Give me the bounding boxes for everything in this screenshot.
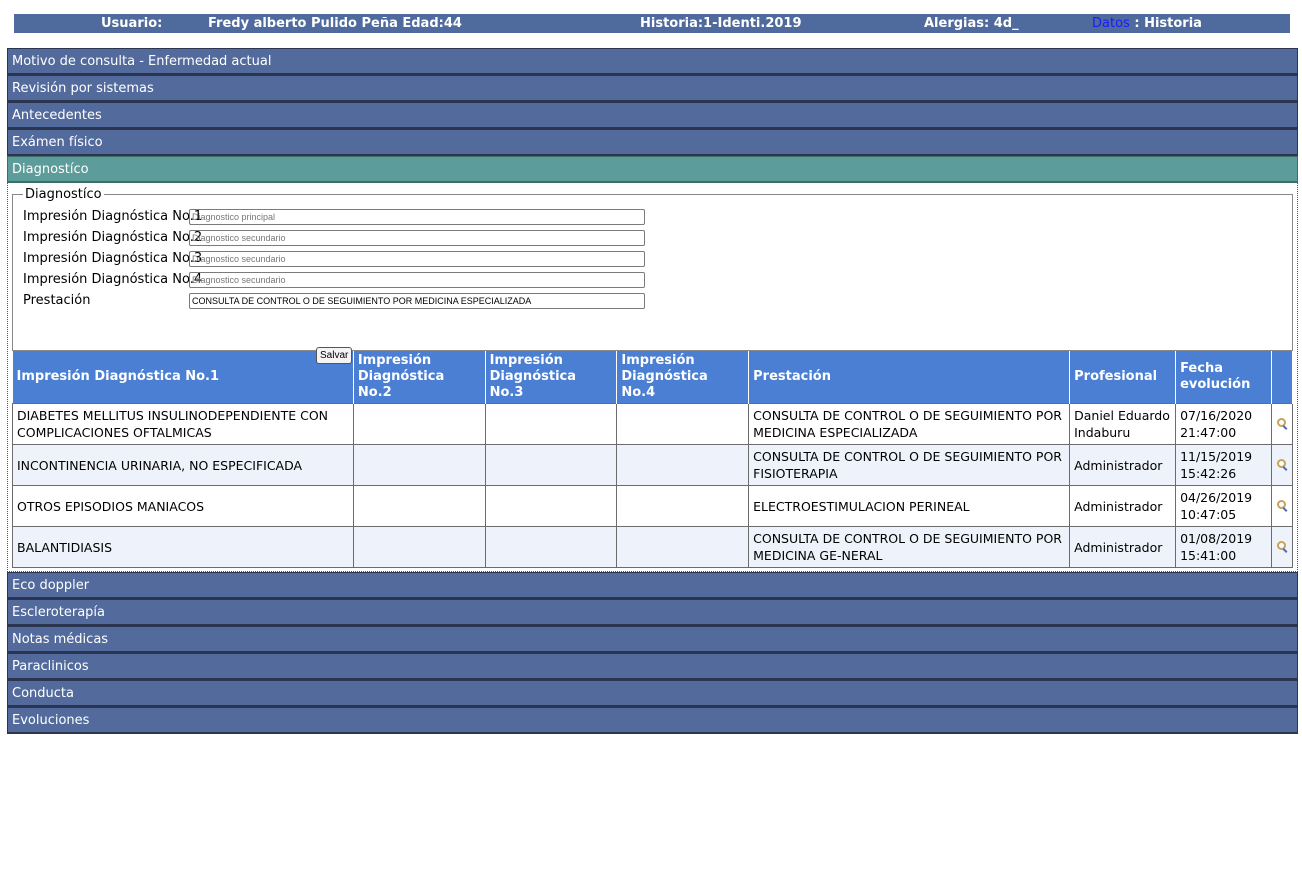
section-examen-fisico[interactable]: Exámen físico [7, 129, 1298, 156]
section-notas-medicas[interactable]: Notas médicas [7, 626, 1298, 653]
table-row[interactable]: BALANTIDIASIS CONSULTA DE CONTROL O DE S… [12, 526, 1294, 568]
section-paraclinicos[interactable]: Paraclinicos [7, 653, 1298, 680]
d2-label: Impresión Diagnóstica No.2 [23, 230, 203, 245]
section-motivo-consulta[interactable]: Motivo de consulta - Enfermedad actual [7, 48, 1298, 75]
diagnostico-legend: Diagnostíco [25, 187, 102, 202]
d2-input[interactable]: Diagnostico secundario [189, 229, 645, 246]
d3-input[interactable]: Diagnostico secundario [189, 250, 645, 267]
field-row-d4: Impresión Diagnóstica No.4 Diagnostico s… [23, 269, 1282, 290]
section-evoluciones[interactable]: Evoluciones [7, 707, 1298, 734]
section-revision-sistemas[interactable]: Revisión por sistemas [7, 75, 1298, 102]
col-header-d3[interactable]: Impresión Diagnóstica No.3 [485, 351, 618, 404]
cell-d1: DIABETES MELLITUS INSULINODEPENDIENTE CO… [12, 403, 354, 445]
magnifier-icon[interactable] [1276, 417, 1288, 429]
cell-d4 [616, 403, 750, 445]
field-row-prestacion: Prestación CONSULTA DE CONTROL O DE SEGU… [23, 290, 1282, 311]
usuario-label: Usuario: [101, 16, 163, 31]
col-header-profesional[interactable]: Profesional [1069, 351, 1177, 404]
d1-input[interactable]: Diagnostico principal [189, 208, 645, 225]
magnifier-icon[interactable] [1276, 540, 1288, 552]
cell-d4 [616, 485, 750, 527]
cell-fecha: 01/08/2019 15:41:00 [1175, 526, 1272, 568]
section-eco-doppler[interactable]: Eco doppler [7, 572, 1298, 599]
section-antecedentes[interactable]: Antecedentes [7, 102, 1298, 129]
table-row[interactable]: INCONTINENCIA URINARIA, NO ESPECIFICADA … [12, 444, 1294, 486]
section-conducta[interactable]: Conducta [7, 680, 1298, 707]
magnifier-icon[interactable] [1276, 499, 1288, 511]
cell-d1: BALANTIDIASIS [12, 526, 354, 568]
col-header-fecha[interactable]: Fecha evolución [1175, 351, 1272, 404]
d3-label: Impresión Diagnóstica No.3 [23, 251, 203, 266]
cell-prestacion: ELECTROESTIMULACION PERINEAL [748, 485, 1071, 527]
cell-d4 [616, 444, 750, 486]
cell-profesional: Administrador [1069, 485, 1177, 527]
cell-d4 [616, 526, 750, 568]
section-diagnostico[interactable]: Diagnostíco [7, 156, 1298, 183]
cell-fecha: 07/16/2020 21:47:00 [1175, 403, 1272, 445]
d4-label: Impresión Diagnóstica No.4 [23, 272, 203, 287]
cell-d2 [352, 526, 486, 568]
cell-d2 [352, 485, 486, 527]
cell-d3 [484, 444, 618, 486]
cell-profesional: Administrador [1069, 526, 1177, 568]
col-header-d1[interactable]: Impresión Diagnóstica No.1 [12, 351, 354, 404]
patient-name-age: Fredy alberto Pulido Peña Edad:44 [208, 16, 462, 31]
prestacion-input[interactable]: CONSULTA DE CONTROL O DE SEGUIMIENTO POR… [189, 292, 645, 309]
datos-historia: Datos : Historia [1092, 16, 1202, 31]
field-row-d3: Impresión Diagnóstica No.3 Diagnostico s… [23, 248, 1282, 269]
cell-d2 [352, 403, 486, 445]
cell-prestacion: CONSULTA DE CONTROL O DE SEGUIMIENTO POR… [748, 526, 1071, 568]
cell-fecha: 04/26/2019 10:47:05 [1175, 485, 1272, 527]
datos-suffix: : Historia [1129, 16, 1202, 31]
cell-d3 [484, 485, 618, 527]
magnifier-icon[interactable] [1276, 458, 1288, 470]
cell-d1: INCONTINENCIA URINARIA, NO ESPECIFICADA [12, 444, 354, 486]
save-button[interactable]: Salvar [316, 347, 353, 364]
col-header-prestacion[interactable]: Prestación [748, 351, 1071, 404]
historia-id: Historia:1-Identi.2019 [640, 16, 802, 31]
field-row-d2: Impresión Diagnóstica No.2 Diagnostico s… [23, 227, 1282, 248]
d1-label: Impresión Diagnóstica No.1 [23, 209, 203, 224]
diagnostico-panel: Diagnostíco Impresión Diagnóstica No.1 D… [7, 183, 1298, 572]
table-header-row: Impresión Diagnóstica No.1 Impresión Dia… [12, 351, 1294, 404]
cell-prestacion: CONSULTA DE CONTROL O DE SEGUIMIENTO POR… [748, 403, 1071, 445]
cell-profesional: Daniel Eduardo Indaburu [1069, 403, 1177, 445]
table-row[interactable]: OTROS EPISODIOS MANIACOS ELECTROESTIMULA… [12, 485, 1294, 527]
cell-d3 [484, 403, 618, 445]
prestacion-label: Prestación [23, 293, 91, 308]
table-row[interactable]: DIABETES MELLITUS INSULINODEPENDIENTE CO… [12, 403, 1294, 445]
d4-input[interactable]: Diagnostico secundario [189, 271, 645, 288]
section-escleroterapia[interactable]: Escleroterapía [7, 599, 1298, 626]
cell-view [1270, 403, 1294, 445]
diagnostico-form: Diagnostíco Impresión Diagnóstica No.1 D… [12, 187, 1293, 364]
col-header-actions [1271, 351, 1294, 404]
alergias: Alergias: 4d_ [924, 16, 1019, 31]
cell-view [1270, 526, 1294, 568]
diagnosticos-table: Impresión Diagnóstica No.1 Impresión Dia… [12, 351, 1294, 568]
cell-prestacion: CONSULTA DE CONTROL O DE SEGUIMIENTO POR… [748, 444, 1071, 486]
cell-d1: OTROS EPISODIOS MANIACOS [12, 485, 354, 527]
cell-profesional: Administrador [1069, 444, 1177, 486]
cell-d2 [352, 444, 486, 486]
cell-d3 [484, 526, 618, 568]
cell-view [1270, 485, 1294, 527]
clinical-record-accordion: Motivo de consulta - Enfermedad actual R… [7, 48, 1298, 734]
col-header-d4[interactable]: Impresión Diagnóstica No.4 [616, 351, 750, 404]
field-row-d1: Impresión Diagnóstica No.1 Diagnostico p… [23, 206, 1282, 227]
patient-header-bar: Usuario: Fredy alberto Pulido Peña Edad:… [14, 14, 1290, 33]
cell-view [1270, 444, 1294, 486]
col-header-d2[interactable]: Impresión Diagnóstica No.2 [353, 351, 486, 404]
cell-fecha: 11/15/2019 15:42:26 [1175, 444, 1272, 486]
datos-link[interactable]: Datos [1092, 16, 1130, 31]
